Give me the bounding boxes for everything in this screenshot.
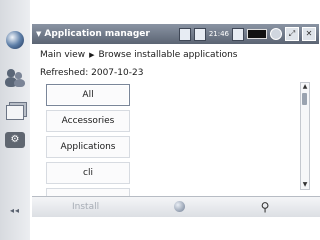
fullscreen-button[interactable]: ⤢ [285, 27, 299, 41]
category-item-cli[interactable]: cli [46, 162, 130, 184]
breadcrumb: Main view ▶ Browse installable application… [40, 50, 238, 60]
contacts-button[interactable] [3, 66, 27, 90]
category-item-accessories[interactable]: Accessories [46, 110, 130, 132]
document-icon[interactable] [178, 27, 191, 41]
menu-arrow-icon: ▼ [36, 30, 42, 38]
contacts-icon [5, 69, 25, 87]
connectivity-icon[interactable] [270, 28, 282, 40]
scrollbar[interactable]: ▲ ▼ [300, 82, 310, 190]
breadcrumb-arrow-icon: ▶ [89, 51, 95, 59]
clock[interactable]: 21:46 [209, 30, 229, 38]
category-item-applications[interactable]: Applications [46, 136, 130, 158]
application-manager-icon: ⚙ [5, 132, 25, 148]
mail-icon[interactable] [232, 27, 244, 41]
bluetooth-document-icon[interactable] [193, 27, 206, 41]
search-icon[interactable]: ⚲ [258, 200, 272, 214]
switcher-grip[interactable]: ◂◂ [3, 198, 27, 222]
breadcrumb-root[interactable]: Main view [40, 50, 85, 60]
status-area: 21:46 ⤢ ✕ [178, 25, 319, 43]
refreshed-label: Refreshed: 2007-10-23 [40, 68, 144, 78]
category-item-all[interactable]: All [46, 84, 130, 106]
breadcrumb-current: Browse installable applications [98, 50, 238, 60]
scroll-thumb[interactable] [302, 93, 307, 105]
close-button[interactable]: ✕ [302, 27, 316, 41]
app-menu-button[interactable]: ▼ Application manager [36, 24, 150, 44]
web-browser-button[interactable] [3, 28, 27, 52]
grip-icon: ◂◂ [9, 205, 21, 215]
task-navigator: ⚙ ◂◂ [0, 0, 30, 240]
scroll-down-icon[interactable]: ▼ [301, 181, 309, 189]
install-button[interactable]: Install [72, 197, 99, 217]
category-list: All Accessories Applications cli [46, 84, 130, 202]
windows-icon [6, 104, 24, 120]
applications-menu-button[interactable] [3, 100, 27, 124]
battery-icon[interactable] [247, 29, 267, 39]
globe-icon [6, 31, 24, 49]
app-title: Application manager [44, 29, 150, 39]
details-icon[interactable] [174, 201, 185, 212]
active-app-button[interactable]: ⚙ [3, 128, 27, 152]
title-bar: ▼ Application manager 21:46 ⤢ ✕ [32, 24, 319, 44]
button-bar: Install ⚲ [32, 196, 320, 217]
scroll-up-icon[interactable]: ▲ [301, 83, 309, 91]
